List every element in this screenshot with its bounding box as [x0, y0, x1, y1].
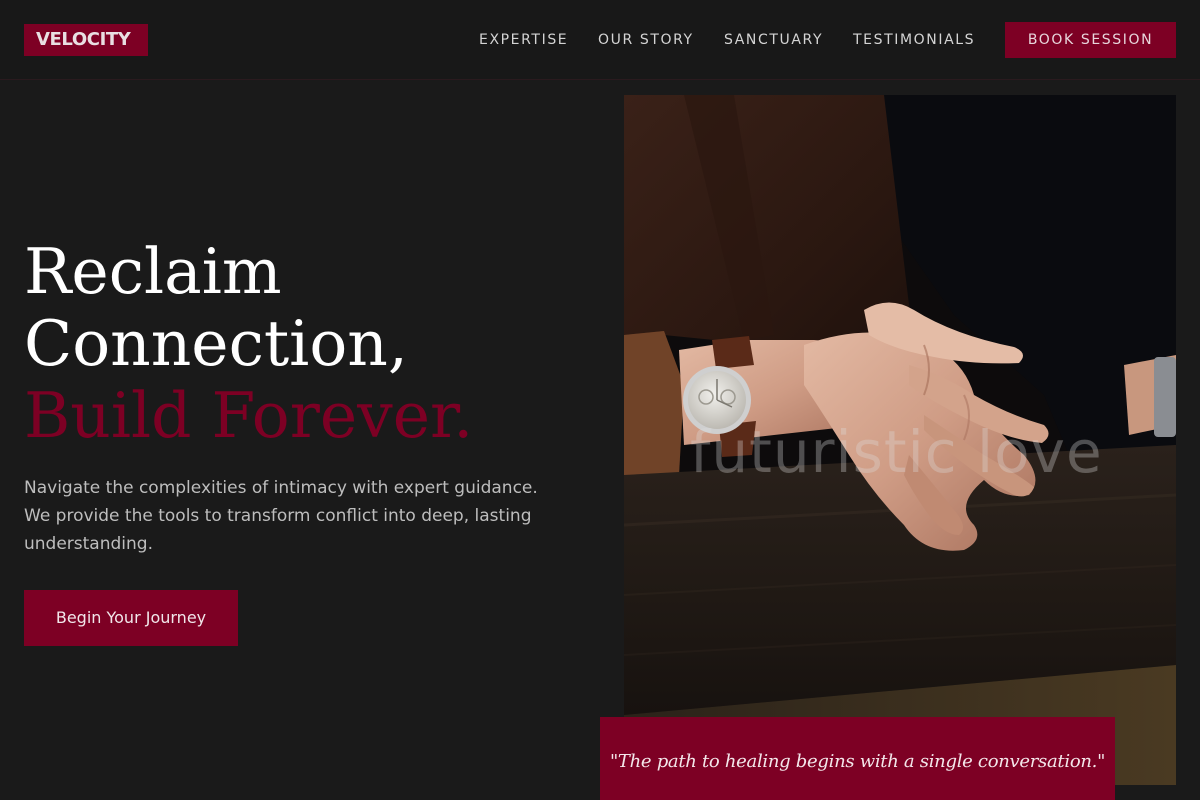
quote-card: "The path to healing begins with a singl…	[600, 717, 1115, 800]
hero-description: Navigate the complexities of intimacy wi…	[24, 478, 538, 554]
site-header: VELOCITY EXPERTISE OUR STORY SANCTUARY T…	[0, 0, 1200, 80]
nav-link-our-story[interactable]: OUR STORY	[598, 22, 694, 58]
nav-link-sanctuary[interactable]: SANCTUARY	[724, 22, 823, 58]
begin-journey-button[interactable]: Begin Your Journey	[24, 590, 238, 646]
quote-text: "The path to healing begins with a singl…	[609, 751, 1106, 772]
brand-logo[interactable]: VELOCITY	[24, 24, 148, 56]
image-watermark: futuristic love	[690, 418, 1103, 486]
headline-line-1: Reclaim	[24, 235, 282, 308]
headline-line-2: Connection,	[24, 307, 408, 380]
nav-link-testimonials[interactable]: TESTIMONIALS	[853, 22, 975, 58]
book-session-button[interactable]: BOOK SESSION	[1005, 22, 1176, 58]
hero-headline: Reclaim Connection, Build Forever.	[24, 236, 473, 452]
nav-link-expertise[interactable]: EXPERTISE	[479, 22, 568, 58]
headline-accent: Build Forever.	[24, 379, 474, 452]
